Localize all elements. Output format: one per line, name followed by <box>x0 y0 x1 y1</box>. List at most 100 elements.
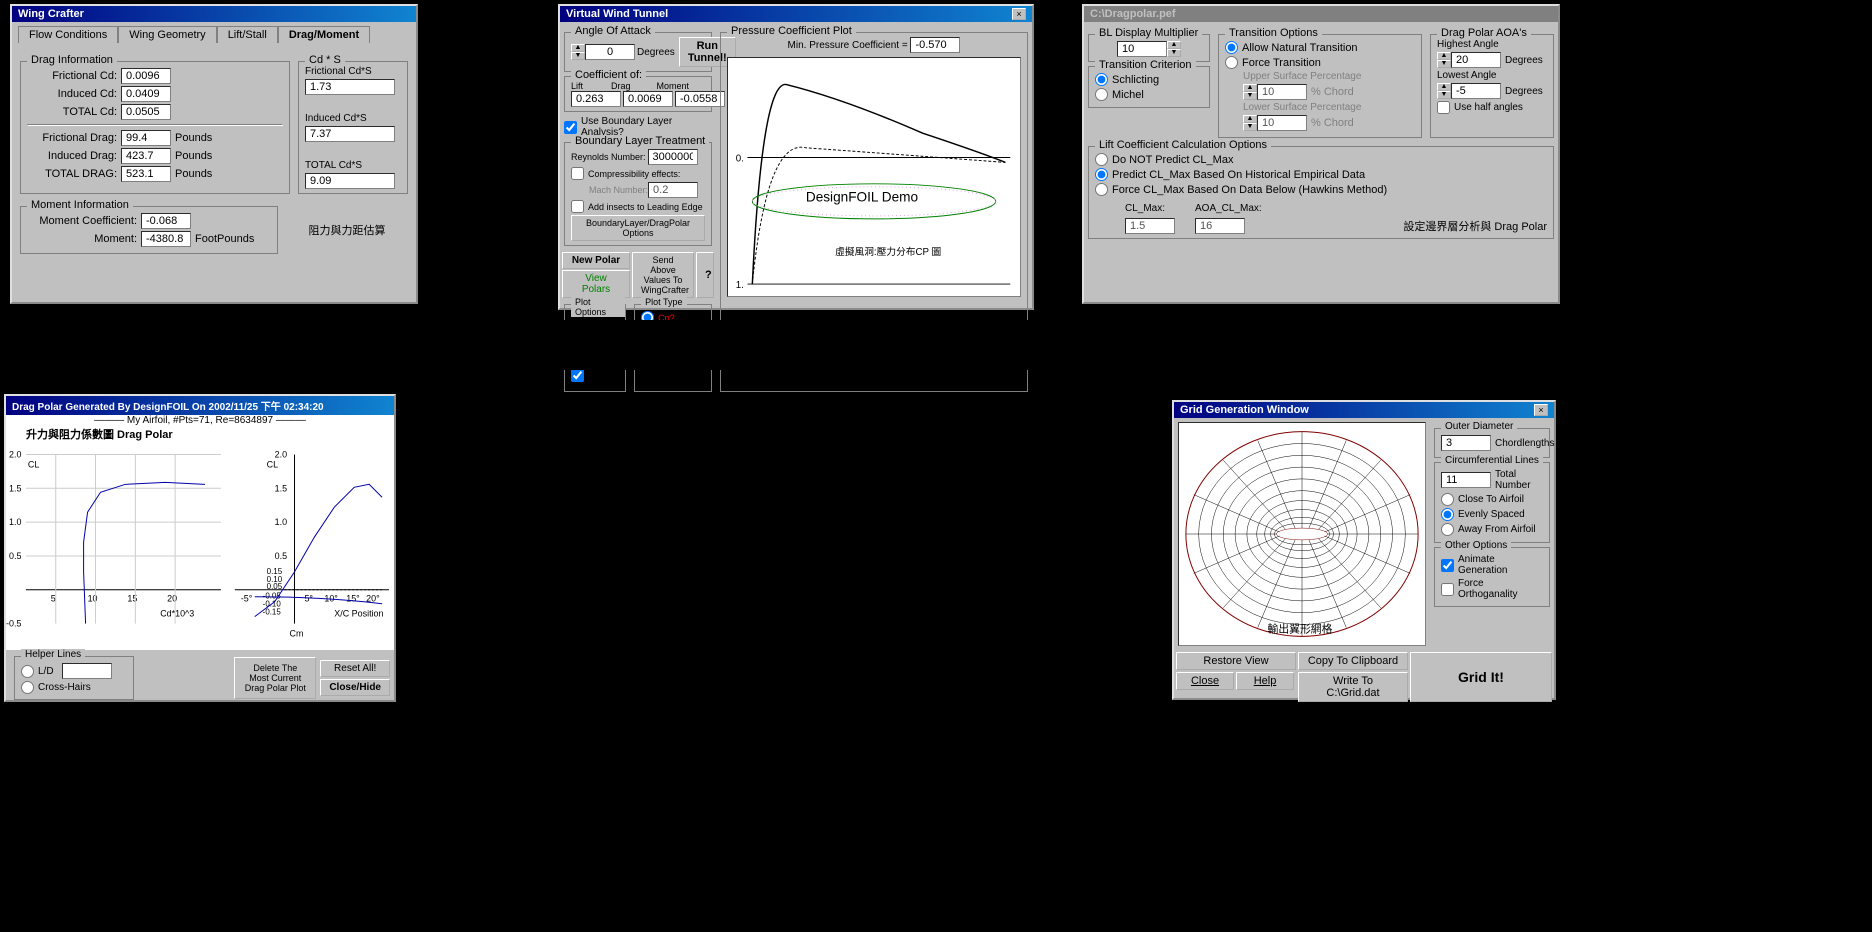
total-cd-input[interactable] <box>121 104 171 120</box>
predict-label: Predict CL_Max Based On Historical Empir… <box>1112 169 1365 181</box>
total-cd-label: TOTAL Cd: <box>27 106 117 118</box>
dp-chart-titlebar: Drag Polar Generated By DesignFOIL On 20… <box>6 396 394 415</box>
drag-input[interactable] <box>623 91 673 107</box>
grid-close-button[interactable]: Close <box>1176 672 1234 690</box>
svg-text:15: 15 <box>127 594 137 604</box>
upper-up[interactable]: ▲ <box>1243 84 1257 92</box>
svg-text:1.5: 1.5 <box>9 483 21 493</box>
closete-checkbox[interactable] <box>571 369 584 382</box>
ld-input[interactable] <box>62 663 112 679</box>
moment-coeff-input[interactable] <box>675 91 725 107</box>
restore-view-button[interactable]: Restore View <box>1176 652 1296 670</box>
lowest-input[interactable] <box>1451 83 1501 99</box>
coefficient-group: Coefficient of: LiftDragMoment <box>564 76 712 112</box>
dragpolar-caption: 這個選單從上面的邊界層分析叫出,可以設定Drag Polar的選項 <box>1220 320 1520 360</box>
pressure-chart: 0. 1. DesignFOIL Demo 虛擬風洞:壓力分布CP 圖 <box>727 57 1021 297</box>
write-grid-button[interactable]: Write To C:\Grid.dat <box>1298 672 1408 702</box>
aoa-up[interactable]: ▲ <box>571 44 585 52</box>
half-angles-checkbox[interactable] <box>1437 101 1450 114</box>
low-down[interactable]: ▼ <box>1437 91 1451 99</box>
allow-radio[interactable] <box>1225 41 1238 54</box>
help-button[interactable]: ? <box>696 252 714 298</box>
highest-label: Highest Angle <box>1437 39 1547 50</box>
svg-text:2.0: 2.0 <box>275 449 287 459</box>
upper-down[interactable]: ▼ <box>1243 92 1257 100</box>
force-radio[interactable] <box>1225 56 1238 69</box>
cl-input[interactable] <box>1441 472 1491 488</box>
lower-down[interactable]: ▼ <box>1243 123 1257 131</box>
svg-text:-0.5: -0.5 <box>6 619 21 629</box>
force-clmax-radio[interactable] <box>1095 183 1108 196</box>
schlicting-radio[interactable] <box>1095 73 1108 86</box>
moment-input[interactable] <box>141 231 191 247</box>
no-predict-radio[interactable] <box>1095 153 1108 166</box>
animate-checkbox[interactable] <box>1441 559 1454 572</box>
moment-coeff-input[interactable] <box>141 213 191 229</box>
bl-mult-title: BL Display Multiplier <box>1095 27 1202 39</box>
predict-radio[interactable] <box>1095 168 1108 181</box>
insects-checkbox[interactable] <box>571 200 584 213</box>
aoa-input[interactable] <box>585 44 635 60</box>
reynolds-input[interactable] <box>648 149 698 165</box>
od-input[interactable] <box>1441 435 1491 451</box>
high-up[interactable]: ▲ <box>1437 52 1451 60</box>
svg-text:15°: 15° <box>346 594 360 604</box>
moment-information-group: Moment Information Moment Coefficient: M… <box>20 206 278 254</box>
send-above-button[interactable]: Send Above Values To WingCrafter <box>632 252 694 298</box>
tab-wing-geometry[interactable]: Wing Geometry <box>118 26 216 43</box>
michel-radio[interactable] <box>1095 88 1108 101</box>
ld-radio[interactable] <box>21 665 34 678</box>
svg-text:DesignFOIL Demo: DesignFOIL Demo <box>806 189 918 204</box>
frictional-cd-input[interactable] <box>121 68 171 84</box>
new-polar-button[interactable]: New Polar <box>562 252 630 269</box>
grid-help-button[interactable]: Help <box>1236 672 1294 690</box>
svg-text:1.0: 1.0 <box>275 517 287 527</box>
crosshairs-label: Cross-Hairs <box>38 682 91 693</box>
bl-treat-title: Boundary Layer Treatment <box>571 135 709 147</box>
reset-button[interactable]: Reset All! <box>320 660 390 677</box>
wind-tunnel-title: Virtual Wind Tunnel <box>566 8 668 20</box>
grid-close-icon[interactable]: × <box>1534 404 1548 416</box>
tab-lift-stall[interactable]: Lift/Stall <box>217 26 278 43</box>
wind-tunnel-titlebar: Virtual Wind Tunnel × <box>560 6 1032 22</box>
other-options-group: Other Options Animate Generation Force O… <box>1434 547 1550 607</box>
cds-induced-input[interactable] <box>305 126 395 142</box>
evenly-radio[interactable] <box>1441 508 1454 521</box>
total-drag-input[interactable] <box>121 166 171 182</box>
min-pressure-input[interactable] <box>910 37 960 53</box>
frictional-drag-input[interactable] <box>121 130 171 146</box>
induced-drag-input[interactable] <box>121 148 171 164</box>
high-down[interactable]: ▼ <box>1437 60 1451 68</box>
copy-clipboard-button[interactable]: Copy To Clipboard <box>1298 652 1408 670</box>
bl-mult-input[interactable] <box>1117 41 1167 57</box>
close-hide-button[interactable]: Close/Hide <box>320 679 390 696</box>
tab-flow-conditions[interactable]: Flow Conditions <box>18 26 118 43</box>
pressure-plot-title: Pressure Coefficient Plot <box>727 25 856 37</box>
bl-mult-down[interactable]: ▼ <box>1167 49 1181 57</box>
bl-mult-up[interactable]: ▲ <box>1167 41 1181 49</box>
away-radio[interactable] <box>1441 523 1454 536</box>
induced-cd-input[interactable] <box>121 86 171 102</box>
trans-crit-title: Transition Criterion <box>1095 59 1196 71</box>
lift-input[interactable] <box>571 91 621 107</box>
highest-input[interactable] <box>1451 52 1501 68</box>
dragpolar-title: C:\Dragpolar.pef <box>1090 8 1176 20</box>
aoa-down[interactable]: ▼ <box>571 52 585 60</box>
view-polars-button[interactable]: View Polars <box>562 270 630 298</box>
low-up[interactable]: ▲ <box>1437 83 1451 91</box>
crosshairs-radio[interactable] <box>21 681 34 694</box>
tab-drag-moment[interactable]: Drag/Moment <box>278 26 370 43</box>
lower-surf-label: Lower Surface Percentage <box>1243 102 1415 113</box>
bl-options-button[interactable]: BoundaryLayer/DragPolar Options <box>571 215 705 241</box>
delete-polar-button[interactable]: Delete The Most Current Drag Polar Plot <box>234 657 316 699</box>
lower-up[interactable]: ▲ <box>1243 115 1257 123</box>
compress-checkbox[interactable] <box>571 167 584 180</box>
grid-it-button[interactable]: Grid It! <box>1410 652 1552 702</box>
close-to-radio[interactable] <box>1441 493 1454 506</box>
cds-frictional-input[interactable] <box>305 79 395 95</box>
close-icon[interactable]: × <box>1012 8 1026 20</box>
cds-total-input[interactable] <box>305 173 395 189</box>
ortho-checkbox[interactable] <box>1441 583 1454 596</box>
bl-analysis-checkbox[interactable] <box>564 121 577 134</box>
wind-tunnel-window: Virtual Wind Tunnel × Angle Of Attack ▲▼… <box>558 4 1034 310</box>
